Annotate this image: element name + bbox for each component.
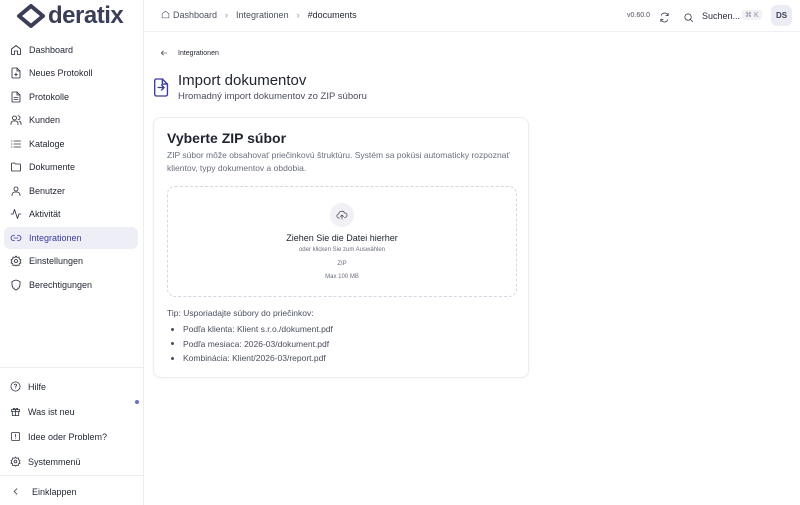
system-menu-button[interactable]: Systemmenü: [10, 456, 81, 467]
upload-card: Vyberte ZIP súbor ZIP súbor môže obsahov…: [153, 117, 529, 378]
breadcrumb-separator-icon: ›: [225, 10, 229, 20]
card-description: ZIP súbor môže obsahovať priečinkovú štr…: [167, 150, 510, 173]
tip-label: Tip: Usporiadajte súbory do priečinkov:: [167, 308, 314, 318]
search-shortcut: ⌘ K: [742, 10, 762, 20]
notification-dot: [135, 400, 139, 404]
sidebar-item-dokumente[interactable]: Dokumente: [4, 157, 138, 179]
sidebar-nav: Dashboard Neues Protokoll Protokolle Kun…: [4, 39, 138, 298]
arrow-left-icon: [161, 50, 167, 56]
tips-list: Podľa klienta: Klient s.r.o./dokument.pd…: [171, 322, 333, 366]
home-icon: [10, 44, 22, 56]
back-link[interactable]: Integrationen: [160, 49, 219, 57]
page-title: Import dokumentov: [178, 72, 307, 89]
page-subtitle: Hromadný import dokumentov zo ZIP súboru: [178, 91, 367, 102]
sidebar-item-label: Einstellungen: [29, 256, 84, 267]
help-circle-icon: [10, 381, 21, 392]
sidebar-item-berechtigungen[interactable]: Berechtigungen: [4, 274, 138, 296]
file-text-icon: [10, 91, 22, 103]
logo[interactable]: deratix: [16, 2, 124, 29]
sidebar-item-label: Neues Protokoll: [29, 68, 93, 79]
card-title: Vyberte ZIP súbor: [167, 130, 287, 146]
logo-text: deratix: [48, 2, 124, 29]
collapse-sidebar-button[interactable]: Einklappen: [10, 486, 77, 497]
system-menu-label: Systemmenü: [28, 456, 81, 467]
avatar[interactable]: DS: [771, 5, 792, 26]
sidebar-item-integrationen[interactable]: Integrationen: [4, 227, 138, 249]
sidebar-item-kataloge[interactable]: Kataloge: [4, 133, 138, 155]
sidebar-item-label: Berechtigungen: [29, 279, 93, 290]
user-icon: [10, 185, 22, 197]
feedback-button[interactable]: Idee oder Problem?: [10, 431, 107, 442]
search-button[interactable]: Suchen...: [702, 11, 740, 21]
gift-icon: [10, 406, 21, 417]
list-item: Podľa klienta: Klient s.r.o./dokument.pd…: [171, 322, 333, 337]
sidebar-item-protokolle[interactable]: Protokolle: [4, 86, 138, 108]
top-header: Dashboard › Integrationen › #documents v…: [144, 0, 800, 32]
sidebar-item-label: Dashboard: [29, 44, 74, 55]
chevron-left-icon: [10, 486, 21, 497]
dropzone-subtitle: oder klicken Sie zum Auswählen: [298, 247, 386, 253]
sidebar-item-label: Kunden: [29, 115, 61, 126]
refresh-icon[interactable]: [659, 10, 670, 23]
sidebar-item-dashboard[interactable]: Dashboard: [4, 39, 138, 61]
shield-icon: [10, 279, 22, 291]
sidebar-item-label: Kataloge: [29, 138, 65, 149]
lightbulb-icon: [10, 431, 21, 442]
sidebar: deratix Dashboard Neues Protokoll Protok…: [0, 0, 144, 505]
list-icon: [10, 138, 22, 150]
breadcrumb-separator-icon: ›: [296, 10, 300, 20]
sidebar-bottom-divider: [0, 367, 143, 368]
whats-new-button[interactable]: Was ist neu: [10, 406, 75, 417]
upload-cloud-icon: [330, 203, 354, 227]
home-icon: [161, 10, 173, 20]
link-icon: [10, 232, 22, 244]
list-item: Podľa mesiaca: 2026-03/dokument.pdf: [171, 337, 333, 352]
sidebar-item-label: Protokolle: [29, 91, 70, 102]
activity-icon: [10, 208, 22, 220]
gear-icon: [10, 456, 21, 467]
file-dropzone[interactable]: Ziehen Sie die Datei hierher oder klicke…: [167, 186, 517, 297]
version-label: v0.60.0: [627, 12, 650, 19]
sidebar-item-benutzer[interactable]: Benutzer: [4, 180, 138, 202]
sidebar-item-neues-protokoll[interactable]: Neues Protokoll: [4, 63, 138, 85]
back-label: Integrationen: [178, 49, 219, 57]
folder-icon: [10, 161, 22, 173]
logo-icon: [17, 4, 45, 28]
settings-icon: [10, 255, 22, 267]
sidebar-item-kunden[interactable]: Kunden: [4, 110, 138, 132]
feedback-label: Idee oder Problem?: [28, 431, 108, 442]
search-icon[interactable]: [683, 10, 694, 28]
breadcrumb-dashboard[interactable]: Dashboard: [173, 10, 217, 20]
collapse-label: Einklappen: [32, 486, 77, 497]
breadcrumb-current: #documents: [307, 10, 357, 20]
file-import-icon: [153, 78, 170, 102]
breadcrumb: Dashboard › Integrationen › #documents: [161, 10, 357, 20]
users-icon: [10, 114, 22, 126]
sidebar-item-label: Aktivität: [29, 209, 61, 220]
sidebar-item-label: Benutzer: [29, 185, 66, 196]
dropzone-format: ZIP: [337, 261, 347, 267]
dropzone-max-size: Max 100 MB: [325, 274, 359, 280]
sidebar-item-label: Dokumente: [29, 162, 76, 173]
help-button[interactable]: Hilfe: [10, 381, 46, 392]
list-item: Kombinácia: Klient/2026-03/report.pdf: [171, 351, 333, 366]
file-plus-icon: [10, 67, 22, 79]
sidebar-item-aktivitaet[interactable]: Aktivität: [4, 204, 138, 226]
whats-new-label: Was ist neu: [28, 406, 75, 417]
sidebar-item-einstellungen[interactable]: Einstellungen: [4, 251, 138, 273]
breadcrumb-integrationen[interactable]: Integrationen: [236, 10, 289, 20]
dropzone-title: Ziehen Sie die Datei hierher: [286, 233, 398, 243]
help-label: Hilfe: [28, 381, 47, 392]
sidebar-collapse-divider: [0, 475, 143, 476]
sidebar-item-label: Integrationen: [29, 232, 82, 243]
